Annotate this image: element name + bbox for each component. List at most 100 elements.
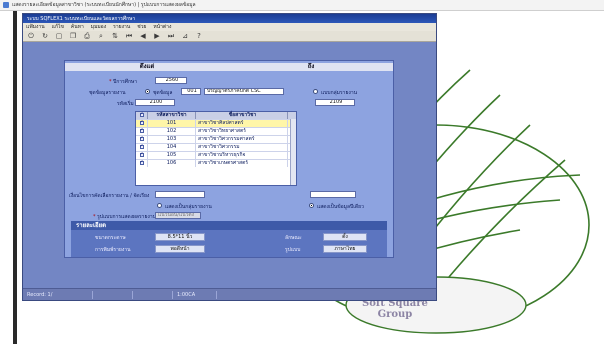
browser-title-bar: แสดงรายละเอียดข้อมูลสาขาวิชา (ระบบทะเบีย…: [0, 0, 604, 11]
menu-item-view[interactable]: มุมมอง: [91, 23, 106, 31]
row-code: 105: [148, 152, 196, 159]
condition-label: เงื่อนไขการคัดเลือกรายงาน / จัดเรียง: [69, 193, 150, 199]
row-checkbox[interactable]: [139, 136, 144, 142]
exit-icon[interactable]: ⏻: [27, 32, 35, 41]
row-checkbox[interactable]: [139, 152, 144, 158]
copy-icon[interactable]: ❐: [69, 32, 77, 40]
menu-bar: แฟ้มงาน แก้ไข ค้นหา มุมมอง รายงาน ช่วย ห…: [23, 23, 436, 31]
filter-icon[interactable]: ⊿: [181, 32, 189, 40]
table-row[interactable]: 103 สาขาวิชาวิศวกรรมศาสตร์: [136, 135, 296, 143]
row-checkbox[interactable]: [139, 160, 144, 166]
col-name: ชื่อสาขาวิชา: [196, 112, 288, 119]
year-label: ปีการศึกษา: [109, 78, 137, 86]
format-label: รูปแบบการแสดงผลรายงาน: [93, 213, 156, 221]
menu-item-report[interactable]: รายงาน: [113, 23, 130, 31]
group-label: ชุดข้อมูลรายงาน: [89, 90, 126, 96]
menu-item-help[interactable]: ช่วย: [137, 23, 146, 31]
row-name: สาขาวิชาเกษตรศาสตร์: [196, 160, 288, 167]
record-indicator: Record: 1/: [23, 290, 93, 299]
row-code: 101: [148, 120, 196, 127]
logo-text: Soft Square Group: [362, 298, 428, 320]
row-checkbox[interactable]: [139, 144, 144, 150]
group-radio-label: ชุดข้อมูล: [153, 90, 173, 96]
select-all-checkbox[interactable]: [139, 111, 144, 118]
table-row[interactable]: 105 สาขาวิชาบริหารธุรกิจ: [136, 151, 296, 159]
menu-item-file[interactable]: แฟ้มงาน: [26, 23, 45, 31]
row-checkbox[interactable]: [139, 120, 144, 126]
from-label: รหัสเริ่ม: [117, 101, 134, 107]
to-field[interactable]: 2109: [315, 99, 355, 106]
single-year-radio-label: แสดงเป็นข้อมูลปีเดียว: [317, 204, 364, 210]
year-field[interactable]: 2560: [155, 77, 187, 84]
table-header: รหัสสาขาวิชา ชื่อสาขาวิชา: [136, 111, 296, 119]
col-code: รหัสสาขาวิชา: [148, 112, 196, 119]
menu-item-window[interactable]: หน้าต่าง: [153, 23, 171, 31]
row-code: 102: [148, 128, 196, 135]
work-area: ดึงแต่ ถึง ปีการศึกษา 2560 ชุดข้อมูลรายง…: [23, 42, 436, 288]
orientation-value: ตั้ง: [323, 233, 367, 241]
next-record-icon[interactable]: ▶: [153, 32, 161, 40]
menu-item-edit[interactable]: แก้ไข: [52, 23, 64, 31]
row-name: สาขาวิชาวิศวกรรม: [196, 144, 288, 151]
row-name: สาขาวิชาบริหารธุรกิจ: [196, 152, 288, 159]
font-label: รูปแบบ: [285, 247, 301, 253]
group-name-field[interactable]: ปริญญาตรีภาคปกติ CSC: [204, 88, 284, 95]
print-value: พอดีหน้า: [155, 245, 205, 253]
new-icon[interactable]: ▢: [55, 32, 63, 40]
header-from: ดึงแต่: [139, 63, 155, 70]
paper-label: ขนาดกระดาษ: [95, 235, 126, 241]
row-name: สาขาวิชาวิศวกรรมศาสตร์: [196, 136, 288, 143]
screen: แสดงรายละเอียดข้อมูลสาขาวิชา (ระบบทะเบีย…: [0, 0, 604, 344]
row-name: สาขาวิชาศิลปศาสตร์: [196, 120, 288, 127]
last-record-icon[interactable]: ⏭: [167, 32, 175, 41]
row-code: 104: [148, 144, 196, 151]
table-row[interactable]: 104 สาขาวิชาวิศวกรรม: [136, 143, 296, 151]
single-year-radio[interactable]: [309, 203, 314, 208]
table-scrollbar[interactable]: [290, 119, 296, 185]
condition-field-to[interactable]: [310, 191, 356, 198]
group-radio[interactable]: [145, 89, 150, 94]
browser-title: แสดงรายละเอียดข้อมูลสาขาวิชา (ระบบทะเบีย…: [12, 2, 196, 8]
font-value: ภาษาไทย: [323, 245, 367, 253]
status-bar: Record: 1/ 1:00CA: [23, 288, 436, 300]
details-section: ขนาดกระดาษ 8.5*11 นิ้ว ลักษณะ ตั้ง การพิ…: [71, 230, 387, 257]
details-section-title: รายละเอียด: [71, 221, 387, 230]
print-label: การพิมพ์รายงาน: [95, 247, 131, 253]
report-form: ดึงแต่ ถึง ปีการศึกษา 2560 ชุดข้อมูลรายง…: [64, 60, 394, 258]
row-name: สาขาวิชาวิทยาศาสตร์: [196, 128, 288, 135]
status-extra: 1:00CA: [173, 290, 217, 299]
search-icon[interactable]: ⌕: [97, 32, 105, 41]
status-cell: [133, 290, 173, 299]
status-cell: [93, 290, 133, 299]
app-window: ระบบ SQFLEX1 ระบบทะเบียนและวัดผลการศึกษา…: [22, 13, 437, 301]
row-checkbox[interactable]: [139, 128, 144, 134]
table-row[interactable]: 106 สาขาวิชาเกษตรศาสตร์: [136, 159, 296, 167]
toolbar: ⏻ ↻ ▢ ❐ ⎙ ⌕ ⇅ ⏮ ◀ ▶ ⏭ ⊿ ?: [23, 31, 436, 42]
report-group-radio[interactable]: [313, 89, 318, 94]
report-group-radio-label: แบบกลุ่มรายงาน: [321, 90, 358, 96]
page-favicon-icon: [3, 2, 9, 8]
refresh-icon[interactable]: ↻: [41, 32, 49, 40]
condition-field-from[interactable]: [155, 191, 205, 198]
group-code-field[interactable]: 001: [181, 88, 201, 95]
menu-item-find[interactable]: ค้นหา: [71, 23, 84, 31]
orientation-label: ลักษณะ: [285, 235, 302, 241]
logo-line-2: Group: [377, 309, 413, 320]
subject-table: รหัสสาขาวิชา ชื่อสาขาวิชา 101 สาขาวิชาศิ…: [135, 111, 297, 186]
table-row[interactable]: 101 สาขาวิชาศิลปศาสตร์: [136, 119, 296, 127]
group-report-radio-label: แสดงเป็นกลุ่มรายงาน: [165, 204, 212, 210]
first-record-icon[interactable]: ⏮: [125, 32, 133, 41]
row-code: 103: [148, 136, 196, 143]
print-icon[interactable]: ⎙: [83, 32, 91, 41]
from-field[interactable]: 2100: [135, 99, 175, 106]
format-field[interactable]: แนวนอน/แนวตั้ง: [155, 212, 201, 219]
group-report-radio[interactable]: [157, 203, 162, 208]
form-header: ดึงแต่ ถึง: [65, 63, 393, 71]
app-title-bar: ระบบ SQFLEX1 ระบบทะเบียนและวัดผลการศึกษา: [23, 14, 436, 23]
viewer-left-edge: [13, 11, 17, 344]
sort-icon[interactable]: ⇅: [111, 32, 119, 40]
col-check: [136, 111, 148, 119]
table-row[interactable]: 102 สาขาวิชาวิทยาศาสตร์: [136, 127, 296, 135]
help-icon[interactable]: ?: [195, 32, 203, 40]
prev-record-icon[interactable]: ◀: [139, 32, 147, 40]
